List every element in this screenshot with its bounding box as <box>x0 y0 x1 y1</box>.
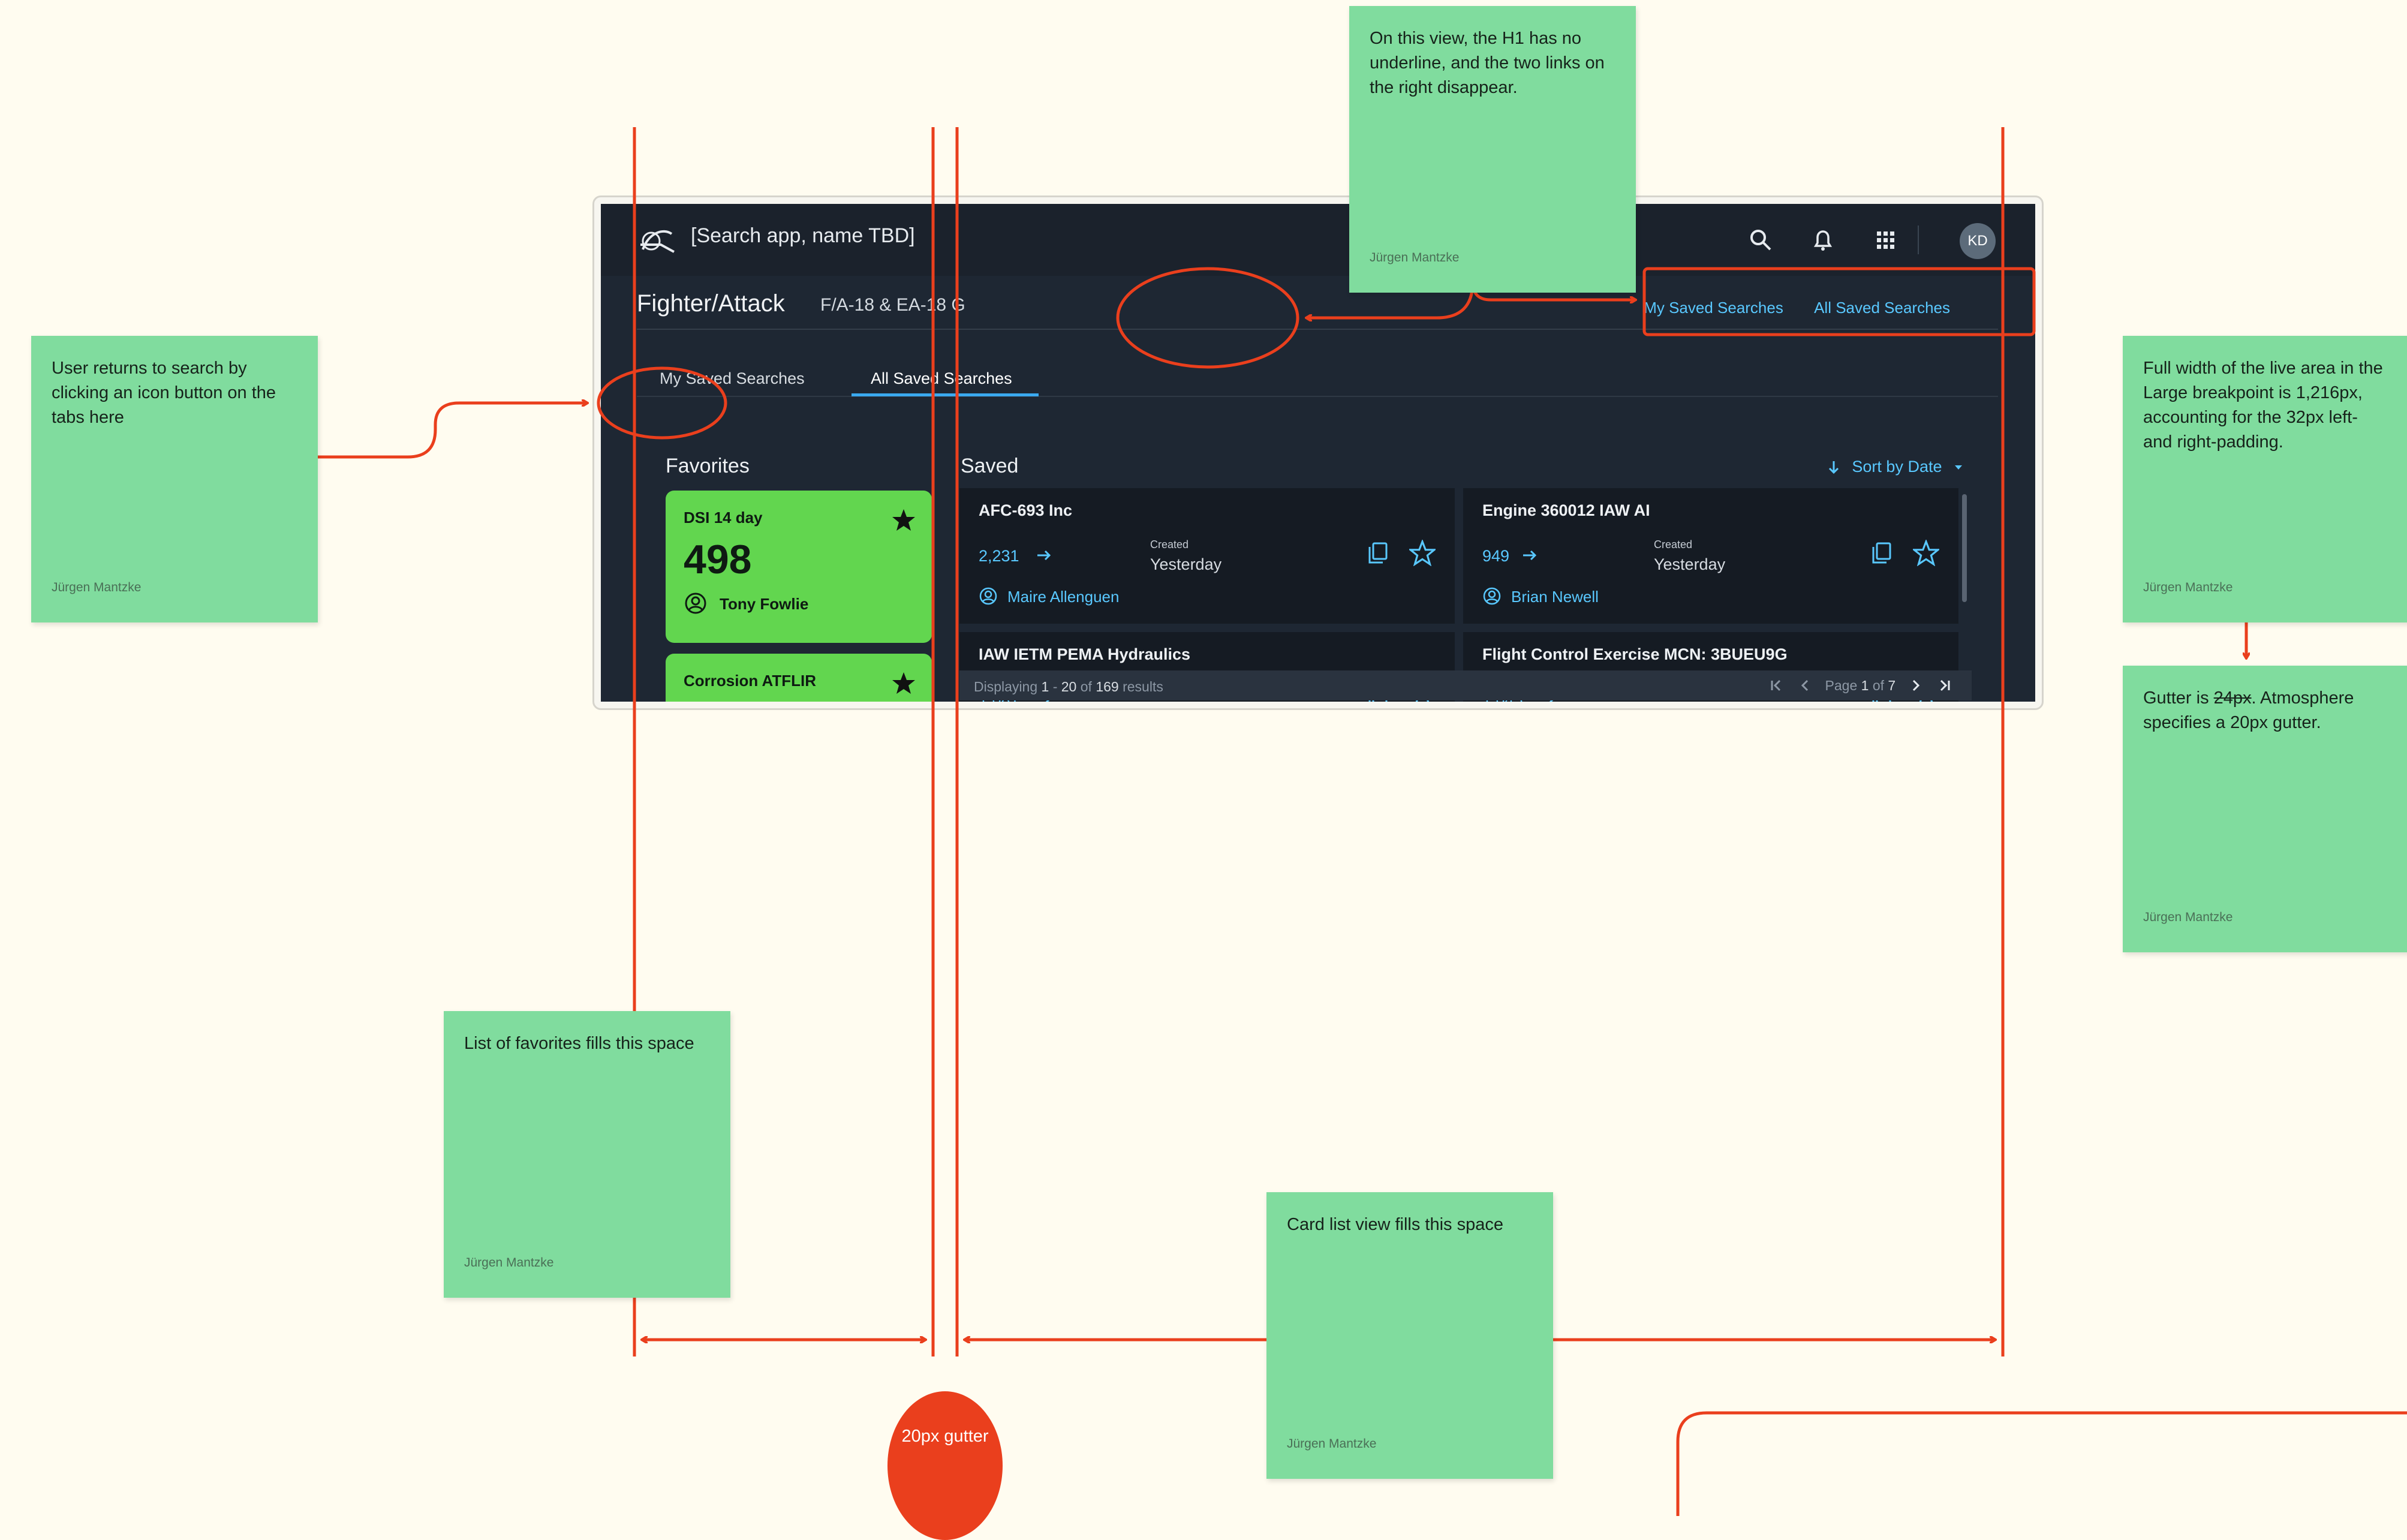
sticky-note-text: On this view, the H1 has no underline, a… <box>1370 29 1605 97</box>
sticky-note-author: Jürgen Mantzke <box>2143 580 2233 594</box>
sticky-note-author: Jürgen Mantzke <box>1370 251 1460 264</box>
tabs-note-arrow <box>282 403 588 459</box>
sticky-note-text: List of favorites fills this space <box>464 1034 694 1053</box>
sticky-note-h1[interactable]: On this view, the H1 has no underline, a… <box>1349 6 1636 293</box>
sticky-note-width[interactable]: Full width of the live area in the Large… <box>2123 336 2407 622</box>
gutter-size-bubble: 20px gutter <box>887 1391 1003 1540</box>
sticky-note-author: Jürgen Mantzke <box>1287 1437 1377 1451</box>
annotation-overlay <box>282 127 2407 1516</box>
sticky-note-text: Gutter is 24px. Atmosphere specifies a 2… <box>2143 688 2354 732</box>
sticky-note-author: Jürgen Mantzke <box>464 1256 554 1270</box>
sticky-note-favorites[interactable]: List of favorites fills this space Jürge… <box>444 1011 730 1298</box>
sticky-note-text: Card list view fills this space <box>1287 1215 1503 1234</box>
h1-area-oval <box>1116 267 1299 369</box>
sticky-note-cards[interactable]: Card list view fills this space Jürgen M… <box>1266 1192 1553 1479</box>
sticky-note-tabs[interactable]: User returns to search by clicking an ic… <box>31 336 318 622</box>
header-links-box <box>1642 267 2036 336</box>
sticky-note-author: Jürgen Mantzke <box>2143 910 2233 924</box>
tab-oval <box>597 366 727 440</box>
sticky-note-text: User returns to search by clicking an ic… <box>52 359 276 427</box>
sticky-note-text: Full width of the live area in the Large… <box>2143 359 2383 452</box>
offscreen-connector-bottom <box>1676 1411 2407 1516</box>
sticky-note-gutter[interactable]: Gutter is 24px. Atmosphere specifies a 2… <box>2123 666 2407 952</box>
sticky-note-author: Jürgen Mantzke <box>52 580 142 594</box>
